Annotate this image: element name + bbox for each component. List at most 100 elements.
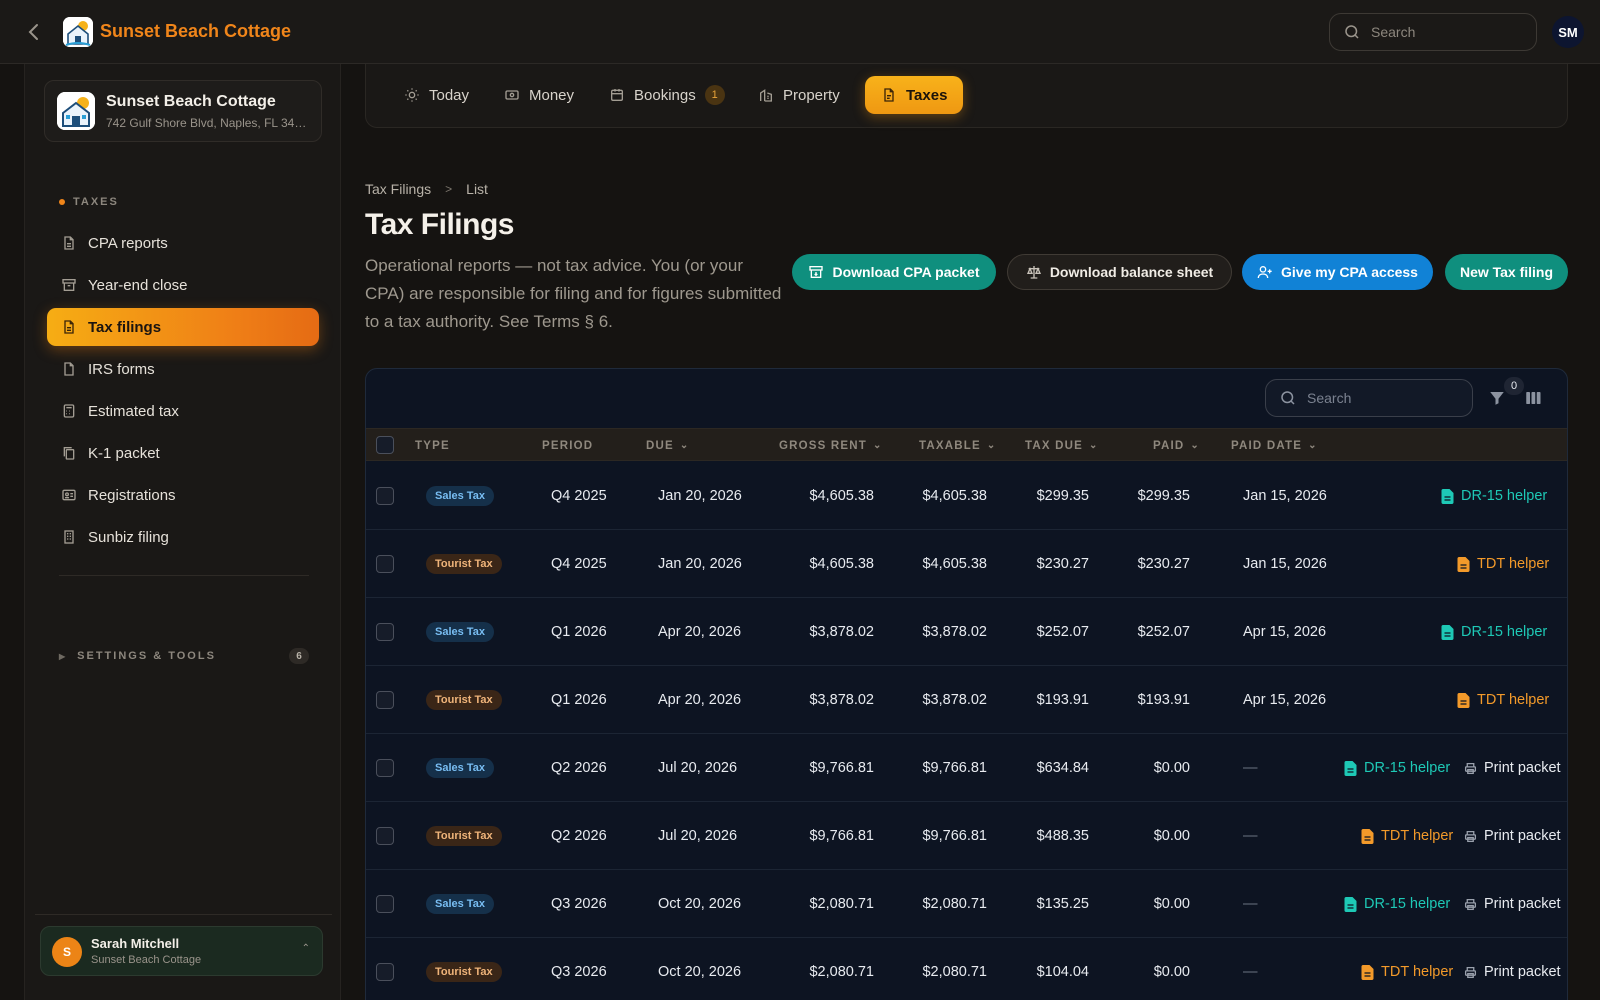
table-row[interactable]: Sales Tax Q4 2025 Jan 20, 2026 $4,605.38 $4,… xyxy=(366,462,1567,530)
user-plus-icon xyxy=(1257,266,1272,279)
column-header-due[interactable]: DUE ⌄ xyxy=(646,429,689,462)
print-packet-link[interactable]: Print packet xyxy=(1464,828,1561,844)
sidebar-item-registrations[interactable]: Registrations xyxy=(47,476,319,514)
sidebar-item-cpa-reports[interactable]: CPA reports xyxy=(47,224,319,262)
table-row[interactable]: Tourist Tax Q2 2026 Jul 20, 2026 $9,766.81 $… xyxy=(366,802,1567,870)
helper-link[interactable]: TDT helper xyxy=(1457,692,1549,708)
column-header-taxable[interactable]: TAXABLE ⌄ xyxy=(919,429,996,462)
tab-money[interactable]: Money xyxy=(488,76,590,114)
helper-link[interactable]: TDT helper xyxy=(1361,964,1453,980)
row-checkbox[interactable] xyxy=(376,827,394,845)
sidebar-item-label: IRS forms xyxy=(88,360,155,378)
banknote-icon xyxy=(505,90,519,100)
print-packet-link[interactable]: Print packet xyxy=(1464,964,1561,980)
new-tax-filing-button[interactable]: New Tax filing xyxy=(1445,254,1568,290)
global-search-input[interactable]: Search xyxy=(1329,13,1537,51)
tab-property[interactable]: Property xyxy=(742,76,856,114)
sidebar-item-sunbiz-filing[interactable]: Sunbiz filing xyxy=(47,518,319,556)
tax-due-cell: $230.27 xyxy=(1036,556,1089,572)
filter-icon[interactable] xyxy=(1488,389,1506,407)
row-checkbox[interactable] xyxy=(376,895,394,913)
paid-cell: $252.07 xyxy=(1137,624,1190,640)
table-row[interactable]: Sales Tax Q1 2026 Apr 20, 2026 $3,878.02 $3,… xyxy=(366,598,1567,666)
helper-link[interactable]: DR-15 helper xyxy=(1441,488,1547,504)
id-card-icon xyxy=(62,489,76,501)
paid-cell: $0.00 xyxy=(1153,896,1190,912)
chevron-up-icon: ⌃ xyxy=(301,943,310,954)
app-title[interactable]: Sunset Beach Cottage xyxy=(100,21,291,42)
row-checkbox[interactable] xyxy=(376,759,394,777)
breadcrumb-parent[interactable]: Tax Filings xyxy=(365,181,431,197)
helper-link[interactable]: TDT helper xyxy=(1457,556,1549,572)
row-checkbox[interactable] xyxy=(376,555,394,573)
period-cell: Q2 2026 xyxy=(551,760,607,776)
helper-link-label: DR-15 helper xyxy=(1364,760,1451,776)
helper-link-cell: TDT helper xyxy=(1361,938,1453,1000)
avatar: S xyxy=(52,937,82,967)
column-header-paid[interactable]: PAID ⌄ xyxy=(1153,429,1200,462)
file-icon xyxy=(1457,556,1470,572)
tab-bookings[interactable]: Bookings 1 xyxy=(593,76,741,114)
table-row[interactable]: Sales Tax Q2 2026 Jul 20, 2026 $9,766.81 $9,… xyxy=(366,734,1567,802)
file-icon xyxy=(884,88,894,102)
sidebar-item-k1-packet[interactable]: K-1 packet xyxy=(47,434,319,472)
user-avatar[interactable]: SM xyxy=(1552,16,1584,48)
settings-tools-toggle[interactable]: ▶ SETTINGS & TOOLS 6 xyxy=(59,644,309,668)
chevron-right-icon: ▶ xyxy=(59,651,68,661)
main-tabs: Today Money Bookings 1 Property Taxes xyxy=(365,64,1568,128)
chevron-down-icon: ⌄ xyxy=(1190,440,1201,451)
row-checkbox[interactable] xyxy=(376,623,394,641)
tax-filings-table: Search 0 TYPE PERIOD DUE ⌄ GROSS RENT ⌄ TA… xyxy=(365,368,1568,1000)
file-icon xyxy=(1344,896,1357,912)
helper-link[interactable]: DR-15 helper xyxy=(1441,624,1547,640)
download-balance-sheet-button[interactable]: Download balance sheet xyxy=(1007,254,1232,290)
column-header-paid-date[interactable]: PAID DATE ⌄ xyxy=(1231,429,1318,462)
sidebar-item-irs-forms[interactable]: IRS forms xyxy=(47,350,319,388)
due-cell: Jul 20, 2026 xyxy=(658,828,738,844)
gross-rent-cell: $9,766.81 xyxy=(809,828,874,844)
helper-link-cell: DR-15 helper xyxy=(1441,462,1547,530)
file-icon xyxy=(1457,692,1470,708)
column-header-gross-rent[interactable]: GROSS RENT ⌄ xyxy=(779,429,883,462)
column-header-tax-due[interactable]: TAX DUE ⌄ xyxy=(1025,429,1099,462)
due-cell: Jan 20, 2026 xyxy=(658,556,742,572)
row-checkbox[interactable] xyxy=(376,487,394,505)
back-icon[interactable] xyxy=(22,20,46,44)
helper-link[interactable]: DR-15 helper xyxy=(1344,896,1450,912)
chevron-down-icon: ⌄ xyxy=(1308,440,1318,451)
due-cell: Oct 20, 2026 xyxy=(658,896,742,912)
helper-link[interactable]: TDT helper xyxy=(1361,828,1453,844)
sidebar-item-tax-filings[interactable]: Tax filings xyxy=(47,308,319,346)
select-all-checkbox[interactable] xyxy=(376,436,394,454)
row-checkbox[interactable] xyxy=(376,691,394,709)
table-row[interactable]: Tourist Tax Q1 2026 Apr 20, 2026 $3,878.02 $… xyxy=(366,666,1567,734)
sidebar-item-estimated-tax[interactable]: Estimated tax xyxy=(47,392,319,430)
table-row[interactable]: Tourist Tax Q4 2025 Jan 20, 2026 $4,605.38 $… xyxy=(366,530,1567,598)
section-label-text: TAXES xyxy=(73,196,119,208)
sidebar-item-label: Tax filings xyxy=(88,318,162,336)
property-switcher[interactable]: Sunset Beach Cottage 742 Gulf Shore Blvd… xyxy=(44,80,322,142)
print-packet-link[interactable]: Print packet xyxy=(1464,760,1561,776)
give-cpa-access-button[interactable]: Give my CPA access xyxy=(1242,254,1433,290)
print-packet-link[interactable]: Print packet xyxy=(1464,896,1561,912)
tab-taxes[interactable]: Taxes xyxy=(865,76,964,114)
tax-type-badge: Sales Tax xyxy=(426,486,494,506)
type-cell: Tourist Tax xyxy=(426,530,502,598)
tab-today[interactable]: Today xyxy=(388,76,485,114)
button-label: Give my CPA access xyxy=(1281,264,1418,280)
sidebar-divider xyxy=(59,575,309,576)
tab-label: Bookings xyxy=(634,86,696,104)
sidebar-item-year-end-close[interactable]: Year-end close xyxy=(47,266,319,304)
table-search-input[interactable]: Search xyxy=(1265,379,1473,417)
tax-due-cell: $634.84 xyxy=(1036,760,1089,776)
columns-icon[interactable] xyxy=(1524,389,1542,407)
download-cpa-packet-button[interactable]: Download CPA packet xyxy=(792,254,996,290)
gross-rent-cell: $3,878.02 xyxy=(809,692,874,708)
type-cell: Tourist Tax xyxy=(426,802,502,870)
helper-link[interactable]: DR-15 helper xyxy=(1344,760,1450,776)
table-row[interactable]: Tourist Tax Q3 2026 Oct 20, 2026 $2,080.71 $… xyxy=(366,938,1567,1000)
table-row[interactable]: Sales Tax Q3 2026 Oct 20, 2026 $2,080.71 $2,… xyxy=(366,870,1567,938)
row-checkbox[interactable] xyxy=(376,963,394,981)
tab-label: Property xyxy=(783,86,840,104)
user-menu[interactable]: S Sarah Mitchell Sunset Beach Cottage ⌃ xyxy=(40,926,323,976)
